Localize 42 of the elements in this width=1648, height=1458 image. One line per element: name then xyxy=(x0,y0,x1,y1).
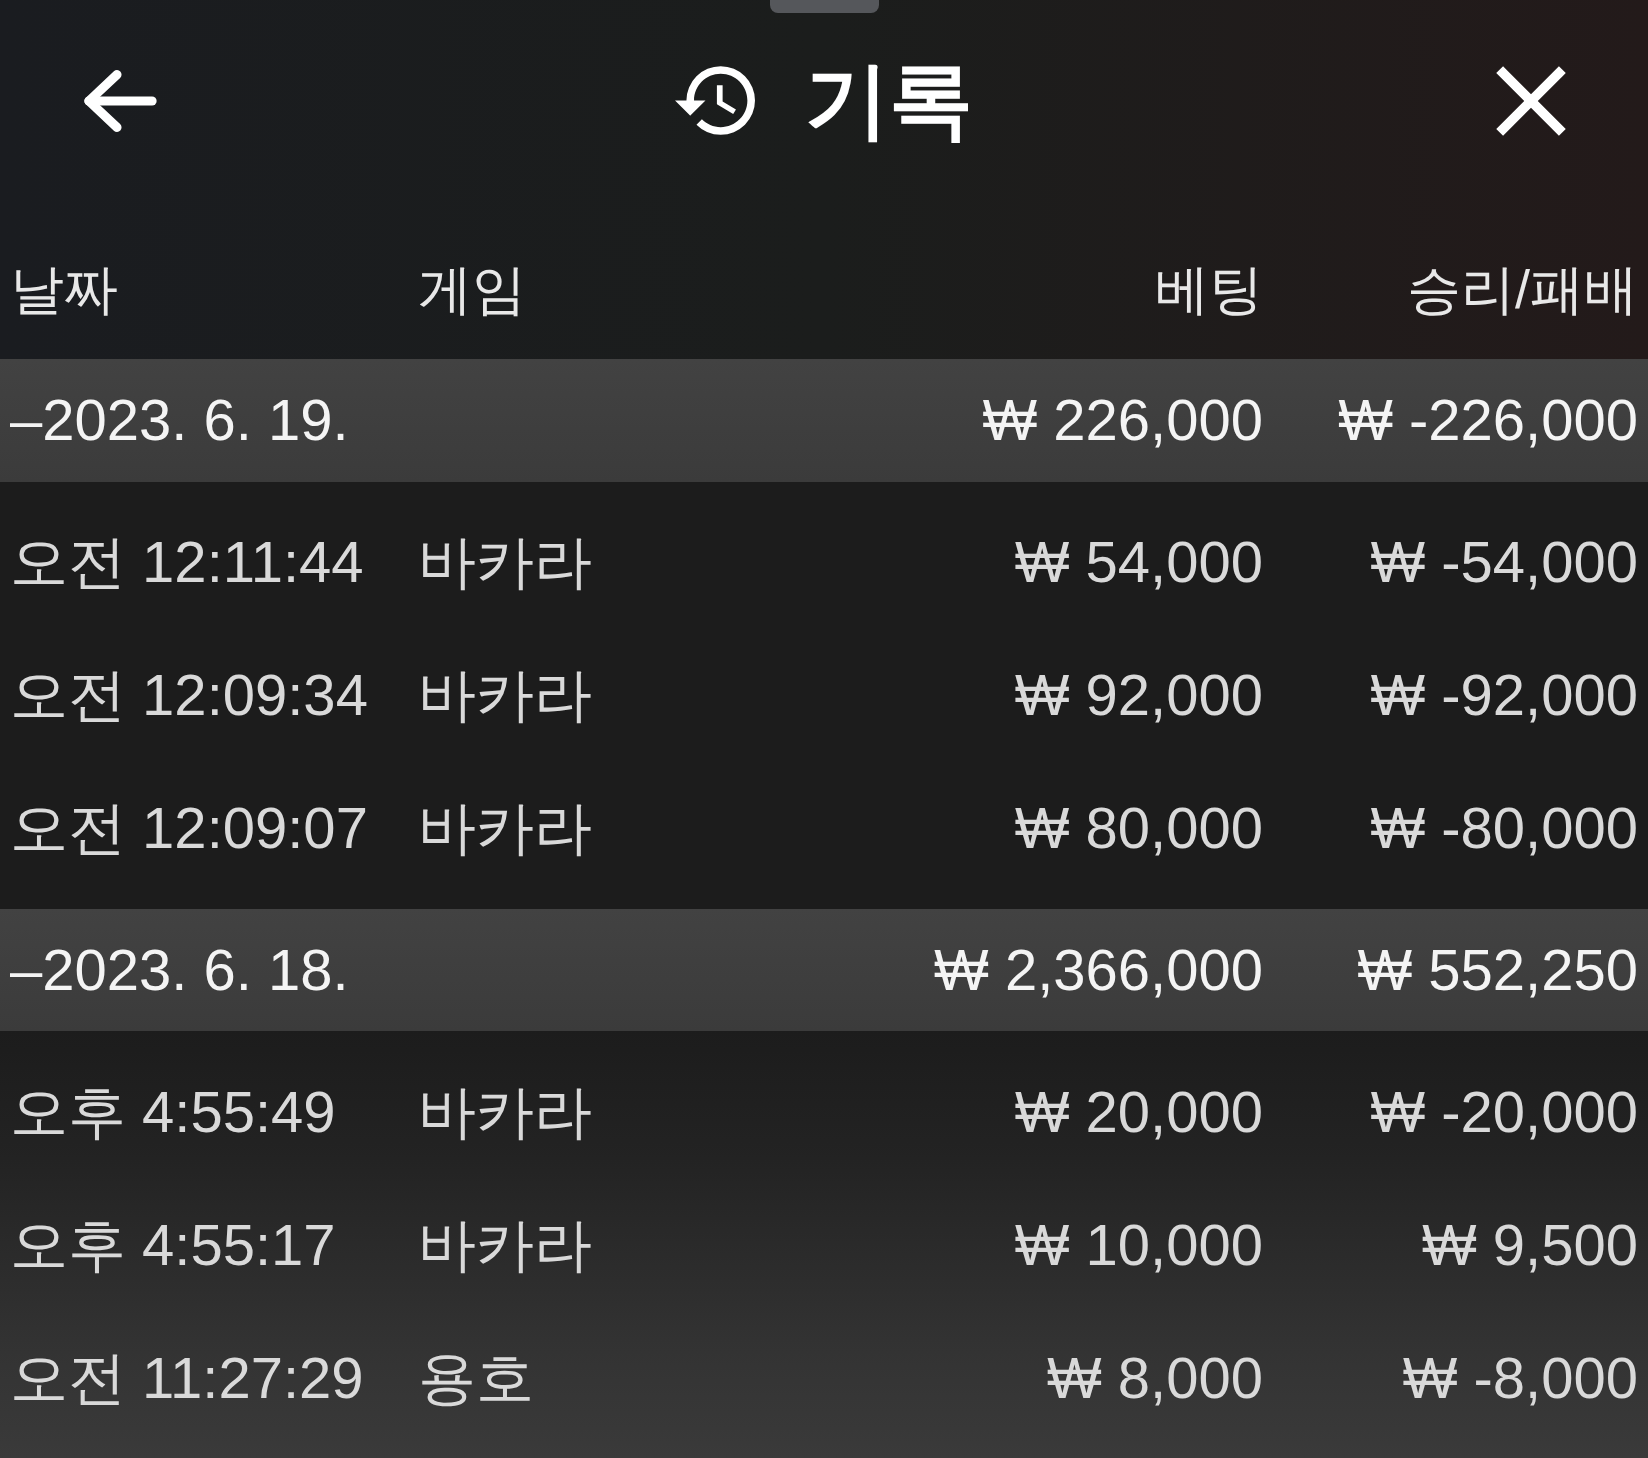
result-column-header: 승리/패배 xyxy=(1407,257,1638,321)
group-bet-total: ₩ 226,000 xyxy=(982,386,1263,455)
group-result-total: ₩ 552,250 xyxy=(1357,935,1638,1004)
result-amount: ₩ -20,000 xyxy=(1370,1077,1638,1146)
bet-amount: ₩ 92,000 xyxy=(1014,661,1263,730)
bet-amount: ₩ 8,000 xyxy=(1047,1343,1263,1412)
game-cell-text: 바카라 xyxy=(418,528,592,597)
time-cell-text: 오전 11:27:29 xyxy=(10,1343,364,1412)
date-group-row[interactable]: –2023. 6. 19. ₩ 226,000 ₩ -226,000 xyxy=(0,359,1648,482)
date-column-header: 날짜 xyxy=(10,257,118,321)
back-button[interactable] xyxy=(84,69,157,132)
close-button[interactable] xyxy=(1496,65,1566,136)
group-bet-total: ₩ 2,366,000 xyxy=(934,935,1263,1004)
page-title: 기록 xyxy=(805,54,973,147)
time-cell-text: 오후 4:55:17 xyxy=(10,1210,336,1279)
bet-amount: ₩ 20,000 xyxy=(1014,1077,1263,1146)
time-cell-text: 오후 4:55:49 xyxy=(10,1077,336,1146)
game-cell-text: 바카라 xyxy=(418,1210,592,1279)
date-group-row[interactable]: –2023. 6. 18. ₩ 2,366,000 ₩ 552,250 xyxy=(0,908,1648,1031)
bet-amount: ₩ 54,000 xyxy=(1014,528,1263,597)
game-cell-text: 바카라 xyxy=(418,794,592,863)
close-icon xyxy=(1496,65,1566,136)
group-date: –2023. 6. 18. xyxy=(10,935,349,1004)
result-amount: ₩ -8,000 xyxy=(1402,1343,1638,1412)
bet-amount: ₩ 80,000 xyxy=(1014,794,1263,863)
result-amount: ₩ 9,500 xyxy=(1422,1210,1638,1279)
result-amount: ₩ -80,000 xyxy=(1370,794,1638,863)
group-result-total: ₩ -226,000 xyxy=(1338,386,1638,455)
drag-handle[interactable] xyxy=(769,0,879,13)
result-amount: ₩ -54,000 xyxy=(1370,528,1638,597)
game-cell-text: 바카라 xyxy=(418,661,592,730)
group-date: –2023. 6. 19. xyxy=(10,386,349,455)
time-cell-text: 오전 12:09:07 xyxy=(10,794,368,863)
bet-amount: ₩ 10,000 xyxy=(1014,1210,1263,1279)
result-amount: ₩ -92,000 xyxy=(1370,661,1638,730)
game-cell-text: 용호 xyxy=(418,1343,534,1412)
time-cell-text: 오전 12:09:34 xyxy=(10,661,368,730)
history-icon xyxy=(675,66,755,135)
game-cell-text: 바카라 xyxy=(418,1077,592,1146)
game-column-header: 게임 xyxy=(418,257,526,321)
time-cell-text: 오전 12:11:44 xyxy=(10,528,364,597)
bet-column-header: 베팅 xyxy=(1155,257,1263,321)
